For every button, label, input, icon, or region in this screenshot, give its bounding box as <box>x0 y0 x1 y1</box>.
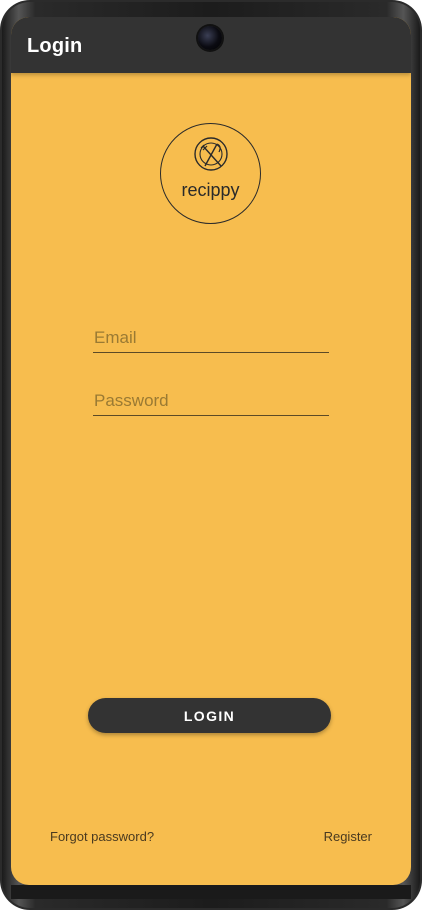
email-input[interactable] <box>93 325 329 351</box>
login-button[interactable]: LOGIN <box>88 698 331 733</box>
forgot-password-link[interactable]: Forgot password? <box>50 829 154 844</box>
email-field[interactable] <box>93 325 329 353</box>
register-link[interactable]: Register <box>324 829 372 844</box>
plate-fork-knife-icon <box>194 137 228 171</box>
phone-frame: Login recippy LOGIN Forgot password? Reg… <box>0 0 422 910</box>
system-nav-bar <box>11 885 411 899</box>
app-screen: Login recippy LOGIN Forgot password? Reg… <box>11 17 411 885</box>
password-input[interactable] <box>93 388 329 414</box>
password-field[interactable] <box>93 388 329 416</box>
logo-text: recippy <box>181 180 240 200</box>
front-camera <box>198 26 222 50</box>
page-title: Login <box>27 35 83 57</box>
